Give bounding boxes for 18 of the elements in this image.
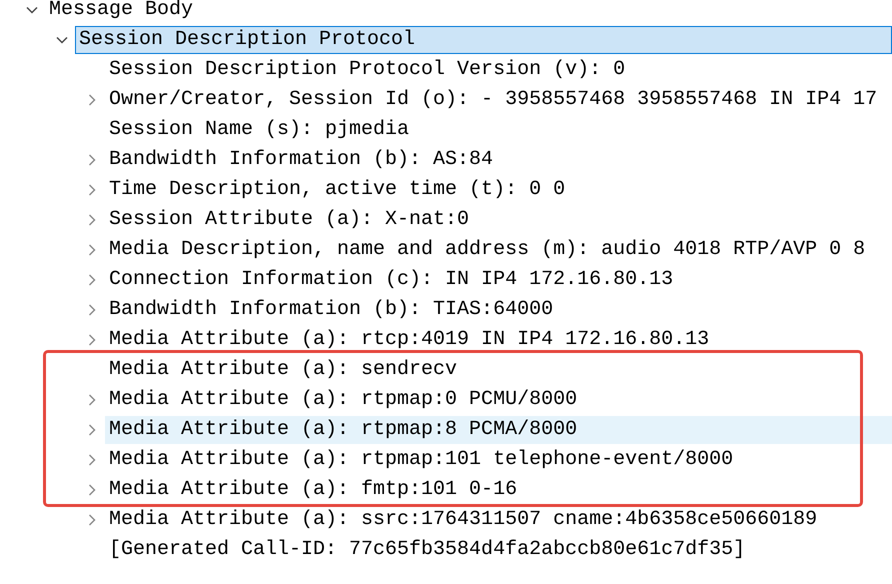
tree-item[interactable]: Media Description, name and address (m): audio 4018 RTP/AVP 0 8 [105,236,892,264]
tree-item[interactable]: Session Attribute (a): X-nat:0 [105,206,892,234]
tree-item[interactable]: Media Attribute (a): rtpmap:0 PCMU/8000 [105,386,892,414]
tree-item[interactable]: Time Description, active time (t): 0 0 [105,176,892,204]
tree-item[interactable]: Session Name (s): pjmedia [105,116,892,144]
tree-item[interactable]: Owner/Creator, Session Id (o): - 3958557468 3958557468 IN IP4 17 [105,86,892,114]
tree-item[interactable]: Media Attribute (a): fmtp:101 0-16 [105,476,892,504]
tree-item[interactable]: Bandwidth Information (b): TIAS:64000 [105,296,892,324]
tree-item[interactable]: Bandwidth Information (b): AS:84 [105,146,892,174]
tree-item[interactable]: Session Description Protocol Version (v): 0 [105,56,892,84]
tree-item[interactable]: Media Attribute (a): rtcp:4019 IN IP4 172.16.80.13 [105,326,892,354]
tree-item[interactable]: Media Attribute (a): sendrecv [105,356,892,384]
tree-item[interactable]: Connection Information (c): IN IP4 172.16.80.13 [105,266,892,294]
tree-item[interactable]: Media Attribute (a): ssrc:1764311507 cname:4b6358ce50660189 [105,506,892,534]
tree-item[interactable]: [Generated Call-ID: 77c65fb3584d4fa2abccb80e61c7df35] [105,536,892,564]
tree-item[interactable]: Media Attribute (a): rtpmap:8 PCMA/8000 [105,416,892,444]
tree-item[interactable]: Session Description Protocol [75,26,892,54]
tree-item[interactable]: Media Attribute (a): rtpmap:101 telephone-event/8000 [105,446,892,474]
